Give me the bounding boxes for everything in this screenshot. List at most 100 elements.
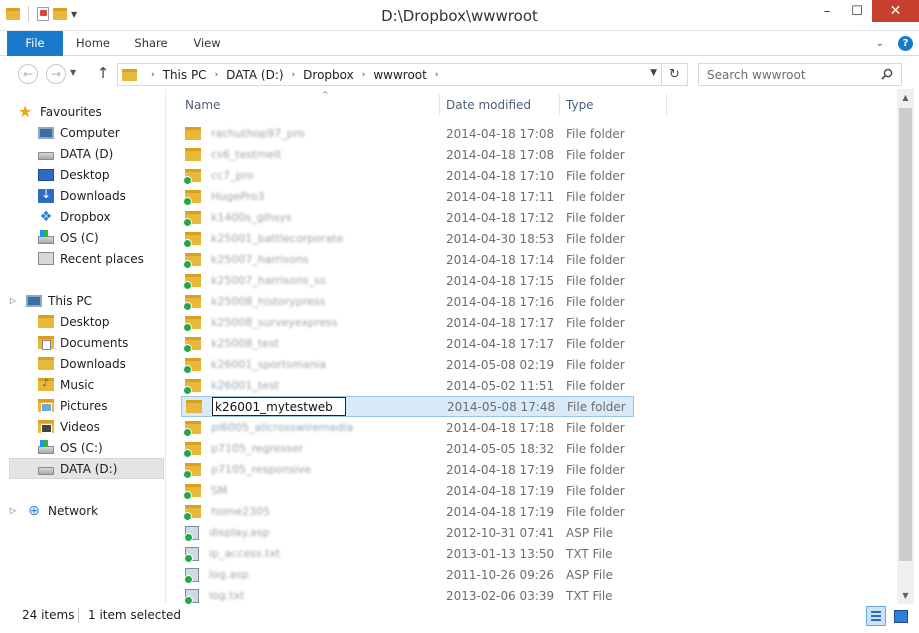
breadcrumb-separator[interactable]: › [215, 70, 219, 80]
breadcrumb-separator[interactable]: › [151, 70, 155, 80]
file-row[interactable]: k25008_surveyexpress 2014-04-18 17:17 File… [181, 312, 634, 333]
column-header-date-modified[interactable]: Date modified [446, 89, 559, 121]
breadcrumb-wwwroot[interactable]: wwwroot [373, 68, 427, 82]
nav-network[interactable]: ▷ ⊕ Network [0, 500, 164, 521]
nav-this-pc[interactable]: ▷ This PC [0, 290, 164, 311]
file-row[interactable]: k25007_harrisons_ss 2014-04-18 17:15 File … [181, 270, 634, 291]
recent-locations-dropdown[interactable]: ▼ [70, 68, 76, 77]
nav-item-dropbox[interactable]: ❖ Dropbox [0, 206, 164, 227]
sync-check-icon [184, 574, 193, 584]
column-divider[interactable] [559, 94, 560, 116]
file-row-selected[interactable]: 2014-05-08 17:48 File folder [181, 396, 634, 417]
file-date-modified: 2014-04-18 17:18 [446, 420, 555, 435]
recent-places-icon [38, 252, 54, 265]
file-row[interactable]: rachuthop97_pro 2014-04-18 17:08 File fold… [181, 123, 634, 144]
file-icon [184, 525, 199, 542]
nav-item-pc-data-d[interactable]: DATA (D:) [9, 458, 164, 479]
nav-item-recent-places[interactable]: Recent places [0, 248, 164, 269]
file-row[interactable]: p7105_regresser 2014-05-05 18:32 File fold… [181, 438, 634, 459]
chevron-right-icon[interactable]: ▷ [0, 296, 26, 305]
column-divider[interactable] [666, 94, 667, 116]
file-row[interactable]: log.txt 2013-02-06 03:39 TXT File [181, 585, 634, 604]
address-bar[interactable]: › This PC › DATA (D:) › Dropbox › wwwroo… [117, 63, 688, 86]
address-history-dropdown[interactable]: ▼ [650, 68, 657, 78]
file-name: HugePro3 [211, 190, 265, 203]
file-row[interactable]: display.asp 2012-10-31 07:41 ASP File [181, 522, 634, 543]
nav-item-downloads[interactable]: Downloads [0, 185, 164, 206]
file-row[interactable]: home2305 2014-04-18 17:19 File folder [181, 501, 634, 522]
nav-item-pc-videos[interactable]: Videos [0, 416, 164, 437]
file-row[interactable]: ip_access.txt 2013-01-13 13:50 TXT File [181, 543, 634, 564]
music-folder-icon [38, 378, 54, 391]
file-name: home2305 [211, 505, 271, 518]
file-name: k26001_sportsmania [211, 358, 327, 371]
search-input[interactable] [707, 67, 877, 82]
folder-icon [183, 484, 201, 500]
expand-ribbon-icon[interactable]: ⌄ [876, 38, 884, 49]
breadcrumb-separator[interactable]: › [435, 70, 439, 80]
file-row[interactable]: k1400s_glhsys 2014-04-18 17:12 File folder [181, 207, 634, 228]
star-icon: ★ [18, 101, 33, 121]
tab-view[interactable]: View [184, 31, 230, 56]
maximize-button[interactable]: ☐ [842, 0, 872, 22]
tab-file[interactable]: File [7, 31, 63, 56]
nav-favourites[interactable]: ★ Favourites [0, 101, 164, 122]
nav-item-data-d[interactable]: DATA (D) [0, 143, 164, 164]
file-date-modified: 2013-02-06 03:39 [446, 588, 555, 603]
file-row[interactable]: k25001_battlecorporate 2014-04-30 18:53 Fi… [181, 228, 634, 249]
nav-item-pc-music[interactable]: Music [0, 374, 164, 395]
file-row[interactable]: k25007_harrisons 2014-04-18 17:14 File fol… [181, 249, 634, 270]
tab-share[interactable]: Share [128, 31, 174, 56]
minimize-button[interactable]: – [812, 0, 842, 22]
refresh-icon[interactable]: ↻ [661, 64, 687, 85]
tab-home[interactable]: Home [70, 31, 116, 56]
back-button[interactable]: ← [18, 64, 38, 84]
breadcrumb-separator[interactable]: › [292, 70, 296, 80]
file-row[interactable]: cc7_pro 2014-04-18 17:10 File folder [181, 165, 634, 186]
nav-item-os-c[interactable]: OS (C) [0, 227, 164, 248]
details-view-icon[interactable] [866, 606, 886, 626]
breadcrumb-dropbox[interactable]: Dropbox [303, 68, 354, 82]
file-row[interactable]: p7105_responsive 2014-04-18 17:19 File fol… [181, 459, 634, 480]
scrollbar-thumb[interactable] [899, 108, 912, 561]
file-row[interactable]: SM 2014-04-18 17:19 File folder [181, 480, 634, 501]
file-type: File folder [566, 420, 625, 435]
file-row[interactable]: HugePro3 2014-04-18 17:11 File folder [181, 186, 634, 207]
nav-item-pc-os-c[interactable]: OS (C:) [0, 437, 164, 458]
title-bar: ▼ D:\Dropbox\wwwroot – ☐ ✕ [0, 0, 919, 31]
file-row[interactable]: k26001_sportsmania 2014-05-08 02:19 File f… [181, 354, 634, 375]
nav-item-pc-documents[interactable]: Documents [0, 332, 164, 353]
file-row[interactable]: cs6_testmeit 2014-04-18 17:08 File folder [181, 144, 634, 165]
file-row[interactable]: k25008_test 2014-04-18 17:17 File folder [181, 333, 634, 354]
file-row[interactable]: k25008_historypress 2014-04-18 17:16 File … [181, 291, 634, 312]
scroll-up-arrow-icon[interactable]: ▲ [897, 89, 914, 106]
vertical-scrollbar[interactable]: ▲ ▼ [897, 89, 914, 604]
folder-icon [183, 463, 201, 479]
scroll-down-arrow-icon[interactable]: ▼ [897, 587, 914, 604]
nav-item-pc-desktop[interactable]: Desktop [0, 311, 164, 332]
file-list: Name ^ Date modified Type rachuthop97_pr… [167, 89, 895, 604]
file-row[interactable]: log.asp 2011-10-26 09:26 ASP File [181, 564, 634, 585]
chevron-right-icon[interactable]: ▷ [0, 506, 26, 515]
large-icons-view-icon[interactable] [890, 606, 910, 626]
help-icon[interactable]: ? [898, 36, 913, 51]
rename-input[interactable] [212, 397, 346, 416]
nav-item-desktop[interactable]: Desktop [0, 164, 164, 185]
search-box[interactable] [698, 63, 902, 86]
column-divider[interactable] [439, 94, 440, 116]
up-button[interactable]: ↑ [94, 64, 112, 84]
column-header-name[interactable]: Name ^ [185, 89, 439, 121]
forward-button[interactable]: → [46, 64, 66, 84]
column-header-type[interactable]: Type [566, 89, 666, 121]
search-icon[interactable] [881, 68, 893, 80]
close-button[interactable]: ✕ [872, 0, 919, 22]
nav-item-pc-pictures[interactable]: Pictures [0, 395, 164, 416]
sync-check-icon [183, 302, 192, 311]
nav-item-pc-downloads[interactable]: Downloads [0, 353, 164, 374]
breadcrumb-this-pc[interactable]: This PC [163, 68, 207, 82]
file-row[interactable]: k26001_test 2014-05-02 11:51 File folder [181, 375, 634, 396]
breadcrumb-data-d[interactable]: DATA (D:) [226, 68, 283, 82]
file-row[interactable]: pl6005_allcrosswiremedia 2014-04-18 17:18… [181, 417, 634, 438]
nav-item-computer[interactable]: Computer [0, 122, 164, 143]
breadcrumb-separator[interactable]: › [362, 70, 366, 80]
